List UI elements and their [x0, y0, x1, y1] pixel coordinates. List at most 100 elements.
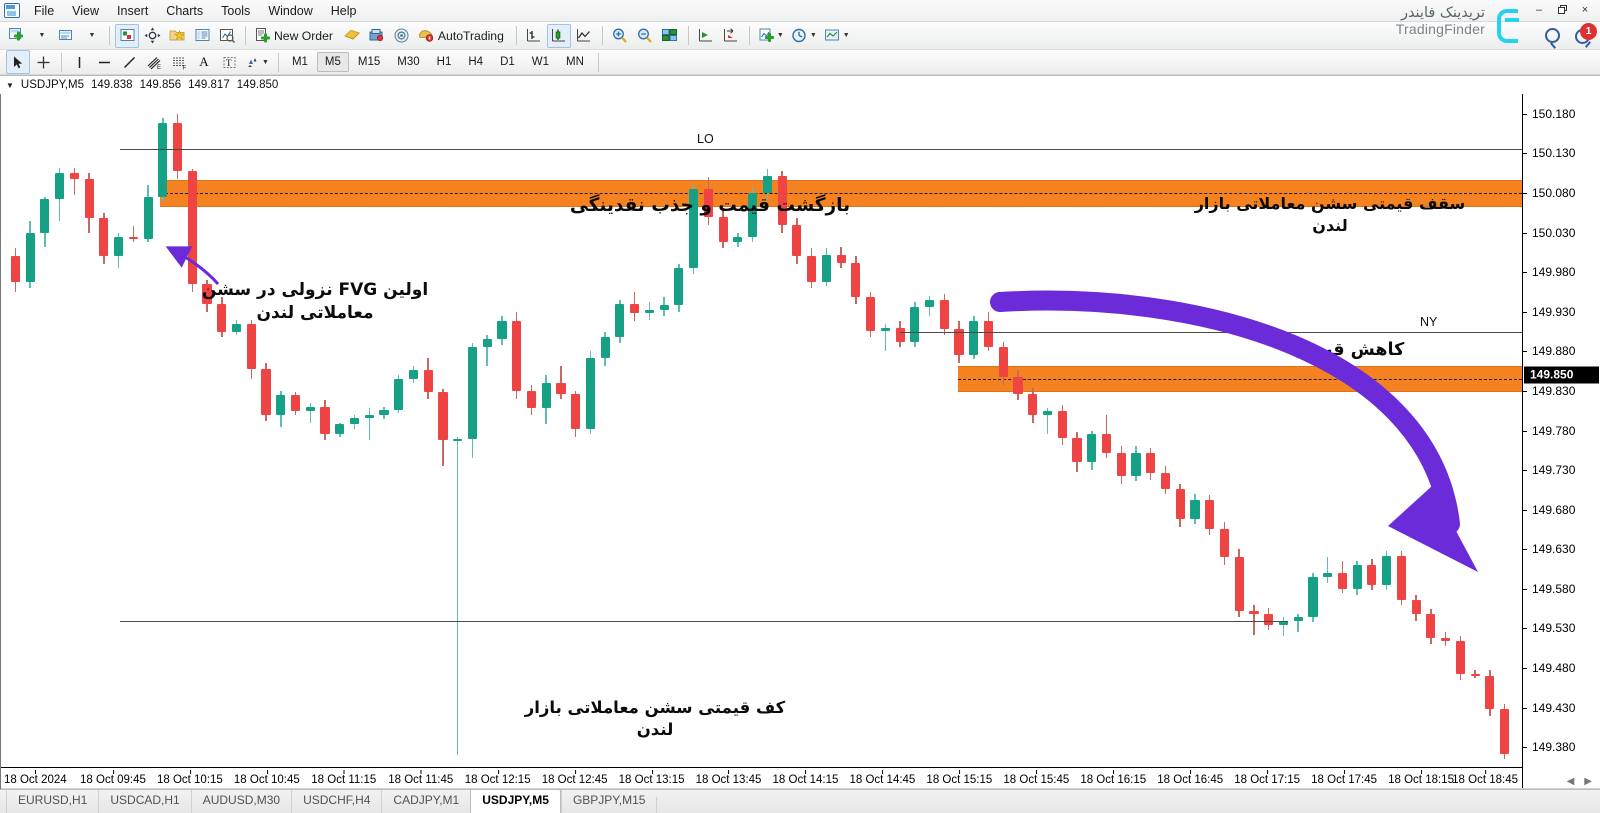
label-tool[interactable]: T — [217, 50, 241, 74]
timeframe-w1[interactable]: W1 — [524, 52, 557, 72]
annotation-price-decline: کاهش قیمت — [1295, 340, 1405, 360]
navigator-button[interactable] — [140, 24, 164, 48]
shapes-tool[interactable]: ▼ — [242, 50, 272, 74]
chart-window[interactable]: ▼ USDJPY,M5 149.838 149.856 149.817 149.… — [0, 75, 1600, 789]
candle-body — [1131, 452, 1141, 477]
auto-scroll-button[interactable] — [694, 24, 718, 48]
candle-body — [1396, 555, 1406, 600]
time-tick: 18 Oct 10:45 — [233, 770, 300, 786]
candle-body — [438, 392, 448, 440]
menu-item-file[interactable]: File — [25, 2, 63, 20]
zoom-in-button[interactable] — [608, 24, 632, 48]
menu-item-view[interactable]: View — [63, 2, 108, 20]
candlestick-chart-button[interactable] — [546, 23, 571, 48]
cursor-tool[interactable] — [6, 50, 30, 74]
crosshair-tool[interactable] — [31, 50, 55, 74]
equidistant-channel-tool[interactable]: E — [142, 50, 166, 74]
chart-plot-area[interactable]: LO NY بازگشت قیمت و جذب نقدینگی سقف قیمتی س… — [0, 94, 1522, 789]
new-order-button[interactable]: New Order — [251, 24, 339, 48]
expert-advisors-button[interactable] — [365, 24, 389, 48]
chart-tab-eurusd[interactable]: EURUSD,H1 — [6, 790, 98, 813]
horizontal-line-tool[interactable] — [92, 50, 116, 74]
candle-body — [467, 346, 478, 440]
line-chart-button[interactable] — [572, 24, 596, 48]
minimize-button[interactable]: – — [1528, 1, 1550, 18]
chart-tab-usdcad[interactable]: USDCAD,H1 — [98, 790, 190, 813]
chart-tab-gbpjpy[interactable]: GBPJPY,M15 — [560, 790, 656, 813]
chart-tab-usdchf[interactable]: USDCHF,H4 — [291, 790, 381, 813]
terminal-button[interactable] — [190, 24, 214, 48]
new-chart-button[interactable] — [4, 24, 28, 48]
toolbar-separator — [109, 26, 110, 45]
notifications-button[interactable]: 1 — [1574, 22, 1597, 46]
toolbar2-separator — [61, 52, 62, 72]
bar-chart-button[interactable] — [522, 24, 546, 48]
timeframe-h1[interactable]: H1 — [429, 52, 460, 72]
profiles-dropdown[interactable]: ▼ — [79, 24, 103, 48]
main-toolbar: ▼ ▼ New Order AutoTrading ▼ ▼ ▼ 1 — [0, 22, 1600, 50]
signals-button[interactable] — [390, 24, 414, 48]
horizontal-scrollbar[interactable] — [0, 788, 1600, 789]
candle-body — [320, 406, 330, 435]
menu-item-tools[interactable]: Tools — [212, 2, 259, 20]
chart-symbol-label: USDJPY,M5 — [20, 79, 84, 91]
timeframe-m15[interactable]: M15 — [350, 52, 388, 72]
candle-wick — [73, 167, 76, 195]
candle-body — [541, 382, 551, 409]
timeframe-d1[interactable]: D1 — [492, 52, 523, 72]
scroll-left-arrow[interactable]: ◀ — [1567, 776, 1575, 787]
timeframe-m5[interactable]: M5 — [316, 52, 349, 72]
candle-body — [615, 303, 625, 338]
timeframe-m1[interactable]: M1 — [284, 52, 316, 72]
price-tick: 149.880 — [1523, 345, 1575, 357]
autotrading-button[interactable]: AutoTrading — [415, 24, 510, 48]
timeframe-h4[interactable]: H4 — [460, 52, 491, 72]
price-tick: 149.730 — [1523, 464, 1575, 476]
candle-body — [659, 305, 669, 311]
close-button[interactable]: × — [1574, 1, 1596, 18]
chart-shift-button[interactable] — [719, 24, 743, 48]
timeframe-m30[interactable]: M30 — [389, 52, 427, 72]
chart-tab-usdjpy[interactable]: USDJPY,M5 — [470, 789, 561, 813]
templates-button[interactable]: ▼ — [821, 24, 853, 48]
chart-menu-caret-icon[interactable]: ▼ — [6, 81, 14, 90]
market-watch-button[interactable] — [115, 23, 139, 48]
candle-body — [762, 175, 772, 193]
timeframe-mn[interactable]: MN — [558, 52, 592, 72]
scroll-right-arrow[interactable]: ▶ — [1584, 776, 1592, 787]
candle-body — [585, 357, 595, 429]
periods-button[interactable]: ▼ — [788, 24, 820, 48]
candle-wick — [1282, 616, 1285, 637]
zoom-out-button[interactable] — [633, 24, 657, 48]
candle-body — [408, 370, 419, 380]
search-icon[interactable] — [1545, 28, 1560, 43]
menu-item-window[interactable]: Window — [259, 2, 321, 20]
price-scale[interactable]: 150.180 150.130 150.080 150.030 149.980 149.9… — [1522, 94, 1600, 789]
chart-tab-cadjpy[interactable]: CADJPY,M1 — [381, 790, 470, 813]
candle-body — [851, 262, 861, 298]
indicators-button[interactable]: ▼ — [755, 24, 787, 48]
strategy-tester-button[interactable] — [215, 24, 239, 48]
structure-line-ny — [900, 331, 1522, 333]
menu-item-help[interactable]: Help — [322, 2, 366, 20]
candle-body — [172, 123, 183, 171]
tile-windows-button[interactable] — [658, 24, 682, 48]
chart-tab-audusd[interactable]: AUDUSD,M30 — [190, 790, 291, 813]
fibonacci-tool[interactable]: F — [167, 50, 191, 74]
price-tick: 149.430 — [1523, 702, 1575, 714]
new-chart-dropdown[interactable]: ▼ — [29, 24, 53, 48]
favorites-button[interactable] — [165, 24, 189, 48]
chart-left-border — [0, 94, 1, 789]
vertical-line-tool[interactable] — [67, 50, 91, 74]
text-tool[interactable]: A — [192, 50, 216, 74]
time-scale[interactable]: 18 Oct 2024 18 Oct 09:45 18 Oct 10:15 18 Oc… — [0, 767, 1522, 789]
candle-body — [880, 327, 890, 331]
candle-body — [1426, 614, 1436, 638]
profiles-button[interactable] — [54, 24, 78, 48]
menu-item-insert[interactable]: Insert — [108, 2, 157, 20]
menu-item-charts[interactable]: Charts — [157, 2, 212, 20]
maximize-button[interactable] — [1551, 1, 1573, 18]
trendline-tool[interactable] — [117, 50, 141, 74]
metaeditor-button[interactable] — [340, 24, 364, 48]
time-tick: 18 Oct 15:15 — [926, 770, 993, 786]
